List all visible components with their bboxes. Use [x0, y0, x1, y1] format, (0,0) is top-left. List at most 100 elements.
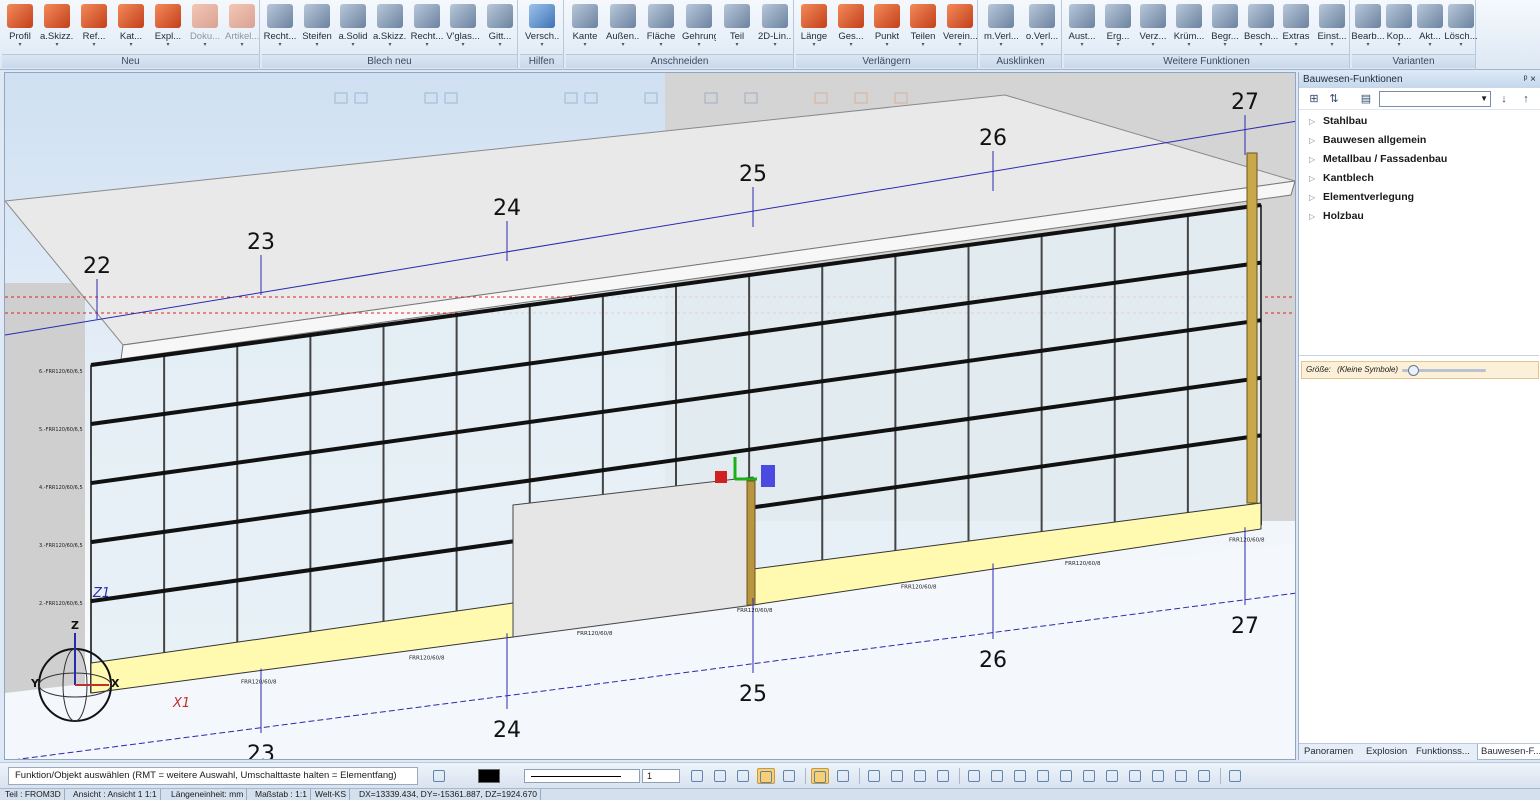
ribbon-button-catalog[interactable]: Kat... ▾: [114, 2, 148, 52]
ribbon-button-extend-point[interactable]: Punkt ▾: [870, 2, 904, 52]
mid-icon[interactable]: [1011, 768, 1029, 784]
ribbon-button-fitting[interactable]: Besch... ▾: [1244, 2, 1278, 52]
facade-model-view[interactable]: 22 23 24 25 26 27 23 24 25 26 27 6.-FRR120/60/6,5 5…: [5, 73, 1296, 760]
expand-arrow-icon[interactable]: ▷: [1309, 112, 1323, 131]
sort-up-icon[interactable]: ↑: [1519, 92, 1533, 106]
ribbon-button-profile[interactable]: Profil ▾: [3, 2, 37, 52]
measure-icon[interactable]: [711, 768, 729, 784]
ribbon-button-miter[interactable]: Gehrung ▾: [682, 2, 716, 52]
ribbon-button-update-variant[interactable]: Akt... ▾: [1413, 2, 1447, 52]
ribbon-button-split[interactable]: Teilen ▾: [906, 2, 940, 52]
size-slider-knob[interactable]: [1408, 365, 1419, 376]
ribbon-button-glazing[interactable]: V'glas... ▾: [446, 2, 480, 52]
view-icon[interactable]: [888, 768, 906, 784]
panel-search-combo[interactable]: ▼: [1379, 91, 1491, 107]
expand-arrow-icon[interactable]: ▷: [1309, 169, 1323, 188]
chevron-down-icon: ▾: [1259, 42, 1263, 48]
ribbon-button-notch-extend[interactable]: m.Verl... ▾: [984, 2, 1018, 52]
nearest-icon[interactable]: [1195, 768, 1213, 784]
pin-close-icon[interactable]: ᵖ ×: [1524, 72, 1536, 88]
rotate-icon[interactable]: [865, 768, 883, 784]
quadrant-icon[interactable]: [1126, 768, 1144, 784]
panel-tab[interactable]: Panoramen: [1301, 744, 1356, 760]
frame-icon[interactable]: [834, 768, 852, 784]
ribbon-button-extras[interactable]: Extras ▾: [1279, 2, 1313, 52]
panel-tools: ⊞ ⇅ ▤ ▼ ↓ ↑: [1299, 88, 1540, 110]
shade-icon[interactable]: [734, 768, 752, 784]
expand-arrow-icon[interactable]: ▷: [1309, 207, 1323, 226]
ribbon-button-stiffener[interactable]: Steifen ▾: [300, 2, 334, 52]
extension-icon[interactable]: [1149, 768, 1167, 784]
ribbon-button-documentation[interactable]: Doku... ▾: [188, 2, 222, 52]
chevron-down-icon[interactable]: ▼: [1480, 92, 1488, 106]
panel-tab[interactable]: Explosion: [1363, 744, 1410, 760]
panel-tab[interactable]: Funktionss...: [1413, 744, 1473, 760]
tree-item[interactable]: ▷ Kantblech: [1299, 169, 1539, 188]
size-slider[interactable]: [1402, 365, 1486, 376]
command-prompt[interactable]: Funktion/Objekt auswählen (RMT = weitere…: [8, 767, 418, 785]
parallel-icon[interactable]: [1172, 768, 1190, 784]
ribbon-button-edit-variant[interactable]: Bearb... ▾: [1351, 2, 1385, 52]
line-weight-field[interactable]: 1: [642, 769, 680, 783]
ribbon-button-distort[interactable]: Verz... ▾: [1136, 2, 1170, 52]
ribbon-button-cut-edge[interactable]: Kante ▾: [568, 2, 602, 52]
ribbon-button-extend-total[interactable]: Ges... ▾: [834, 2, 868, 52]
document-icon[interactable]: ▤: [1359, 92, 1373, 106]
center-icon[interactable]: [1080, 768, 1098, 784]
expand-arrow-icon[interactable]: ▷: [1309, 150, 1323, 169]
ribbon-button-explorer[interactable]: Expl... ▾: [151, 2, 185, 52]
ribbon-button-delete-variant[interactable]: Lösch... ▾: [1444, 2, 1478, 52]
ribbon-button-limit[interactable]: Begr... ▾: [1208, 2, 1242, 52]
panel-tab[interactable]: Bauwesen-F...: [1477, 744, 1540, 760]
ribbon-button-cut-2d-line[interactable]: 2D-Lin... ▾: [758, 2, 792, 52]
ribbon-button-article[interactable]: Artikel... ▾: [225, 2, 259, 52]
tangent-icon[interactable]: [1057, 768, 1075, 784]
tree-item[interactable]: ▷ Metallbau / Fassadenbau: [1299, 150, 1539, 169]
ribbon-button-extend-length[interactable]: Länge ▾: [797, 2, 831, 52]
ribbon-button-curve[interactable]: Krüm... ▾: [1172, 2, 1206, 52]
render-icon[interactable]: [757, 768, 775, 784]
ribbon-button-from-solid[interactable]: a.Solid ▾: [336, 2, 370, 52]
3d-viewport[interactable]: 22 23 24 25 26 27 23 24 25 26 27 6.-FRR120/60/6,5 5…: [4, 72, 1296, 760]
ribbon-button-helpers[interactable]: Versch... ▾: [525, 2, 559, 52]
sort-down-icon[interactable]: ↓: [1497, 92, 1511, 106]
sort-icon[interactable]: ⇅: [1327, 92, 1341, 106]
ribbon-button-grating[interactable]: Gitt... ▾: [483, 2, 517, 52]
ribbon-button-settings[interactable]: Einst... ▾: [1315, 2, 1349, 52]
ortho-icon[interactable]: [911, 768, 929, 784]
intersect-icon[interactable]: [1103, 768, 1121, 784]
ribbon-button-cut-surface[interactable]: Fläche ▾: [644, 2, 678, 52]
tree-item[interactable]: ▷ Elementverlegung: [1299, 188, 1539, 207]
chevron-down-icon: ▾: [583, 42, 587, 48]
ribbon-button-sheet-sketch[interactable]: a.Skizz...▾: [373, 2, 407, 52]
snap-icon[interactable]: [688, 768, 706, 784]
perp-icon[interactable]: [1034, 768, 1052, 784]
ribbon-button-cut-outer[interactable]: Außen... ▾: [606, 2, 640, 52]
ribbon-button-reference[interactable]: Ref... ▾: [77, 2, 111, 52]
grid-icon[interactable]: [780, 768, 798, 784]
ribbon-button-supplement[interactable]: Erg... ▾: [1101, 2, 1135, 52]
ribbon-button-replace[interactable]: Aust... ▾: [1065, 2, 1099, 52]
ribbon-button-merge[interactable]: Verein... ▾: [943, 2, 977, 52]
tree-view-icon[interactable]: ⊞: [1307, 92, 1321, 106]
snap-point-icon[interactable]: [934, 768, 952, 784]
expand-arrow-icon[interactable]: ▷: [1309, 188, 1323, 207]
layer-shape-icon[interactable]: [430, 768, 448, 784]
ribbon-button-cut-part[interactable]: Teil ▾: [720, 2, 754, 52]
ribbon-button-rect-plate[interactable]: Recht... ▾: [410, 2, 444, 52]
tree-item[interactable]: ▷ Stahlbau: [1299, 112, 1539, 131]
tree-item[interactable]: ▷ Bauwesen allgemein: [1299, 131, 1539, 150]
color-picker[interactable]: [478, 769, 500, 783]
highlight-icon[interactable]: [811, 768, 829, 784]
node-icon[interactable]: [965, 768, 983, 784]
ribbon-button-notch-no-extend[interactable]: o.Verl... ▾: [1025, 2, 1059, 52]
ribbon-button-rect-sheet[interactable]: Recht... ▾: [263, 2, 297, 52]
tree-item[interactable]: ▷ Holzbau: [1299, 207, 1539, 226]
edge-icon[interactable]: [988, 768, 1006, 784]
ribbon-button-label: Lösch...: [1444, 31, 1478, 42]
expand-arrow-icon[interactable]: ▷: [1309, 131, 1323, 150]
line-type-selector[interactable]: [524, 769, 640, 783]
ribbon-button-sketch-profile[interactable]: a.Skizz...▾: [40, 2, 74, 52]
refresh-icon[interactable]: [1226, 768, 1244, 784]
ribbon-button-copy-variant[interactable]: Kop... ▾: [1382, 2, 1416, 52]
